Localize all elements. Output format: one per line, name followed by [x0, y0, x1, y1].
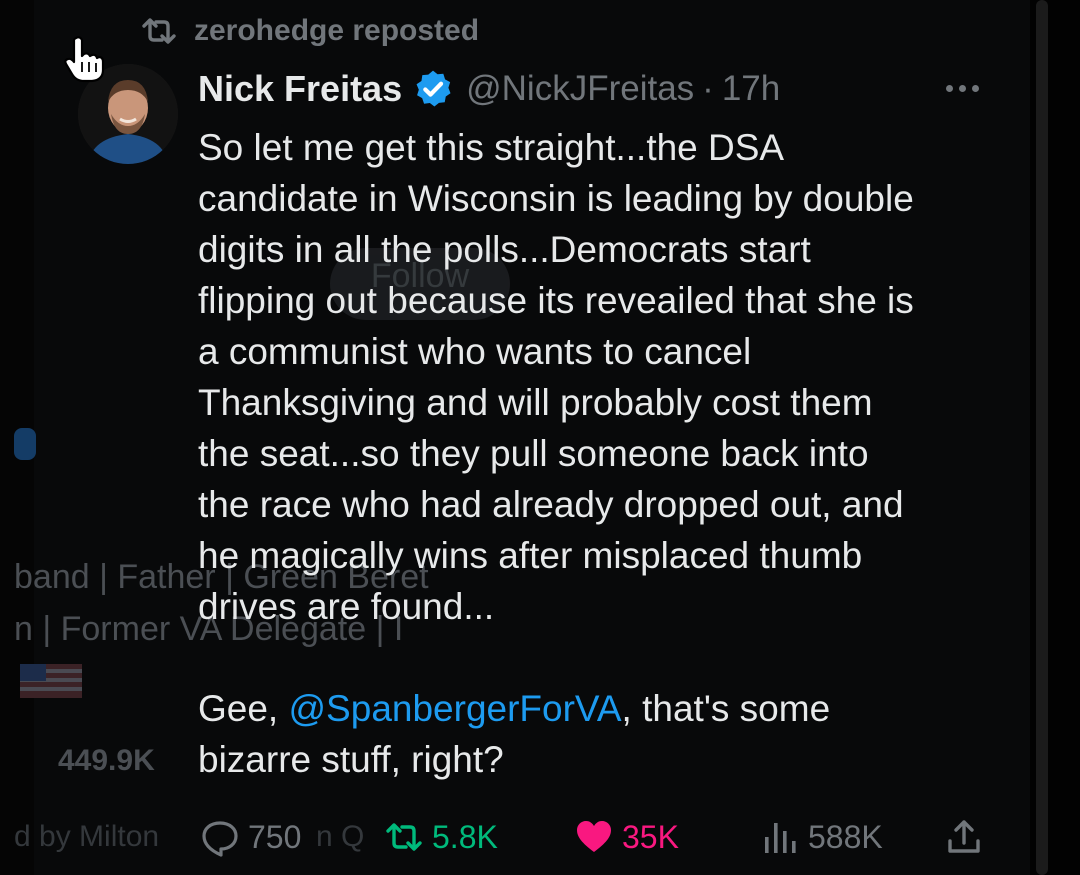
tweet-text: So let me get this straight...the DSA ca…	[198, 122, 1008, 785]
like-count: 35K	[622, 818, 679, 855]
views-button[interactable]: 588K	[760, 812, 883, 862]
tweet-line: flipping out because its reveailed that …	[198, 280, 914, 321]
tweet-header: Nick Freitas @NickJFreitas · 17h	[198, 68, 780, 110]
ghost-badge	[14, 428, 36, 460]
tweet-line: a communist who wants to cancel	[198, 331, 752, 372]
us-flag-icon	[20, 664, 82, 698]
tweet-line: So let me get this straight...the DSA	[198, 127, 785, 168]
scrollbar-track[interactable]	[1030, 0, 1080, 875]
ghost-followers-count: 449.9K	[58, 744, 155, 777]
hand-cursor-icon	[64, 36, 105, 83]
tweet-line: drives are found...	[198, 586, 495, 627]
views-icon	[765, 823, 796, 853]
heart-icon	[577, 821, 611, 852]
repost-button[interactable]: 5.8K	[384, 812, 498, 862]
mention-prefix: Gee,	[198, 688, 289, 729]
tweet-line: digits in all the polls...Democrats star…	[198, 229, 811, 270]
mention-link[interactable]: @SpanbergerForVA	[289, 688, 622, 729]
repost-icon	[386, 823, 422, 851]
like-button[interactable]: 35K	[574, 812, 679, 862]
more-options-icon[interactable]	[946, 78, 986, 98]
tweet-line-mention: Gee, @SpanbergerForVA, that's some	[198, 683, 1008, 734]
header-separator: ·	[702, 69, 714, 108]
views-count: 588K	[808, 818, 883, 855]
repost-count: 5.8K	[432, 818, 498, 855]
tweet-line: the race who had already dropped out, an…	[198, 484, 904, 525]
tweet-line: the seat...so they pull someone back int…	[198, 433, 869, 474]
author-handle[interactable]: @NickJFreitas	[466, 69, 694, 109]
share-icon	[948, 820, 980, 853]
tweet-timestamp[interactable]: 17h	[722, 69, 780, 109]
verified-badge-icon[interactable]	[412, 68, 454, 110]
share-button[interactable]	[944, 812, 984, 862]
scrollbar-thumb[interactable]	[1036, 0, 1048, 875]
repost-context[interactable]: zerohedge reposted	[140, 14, 479, 48]
tweet-line: Thanksgiving and will probably cost them	[198, 382, 873, 423]
repost-label: zerohedge reposted	[194, 14, 480, 47]
tweet-line: candidate in Wisconsin is leading by dou…	[198, 178, 914, 219]
mention-suffix: , that's some	[621, 688, 831, 729]
tweet-actions: 750 5.8K 35K 588K	[0, 812, 1030, 862]
reply-count: 750	[248, 818, 302, 855]
tweet-line: bizarre stuff, right?	[198, 739, 504, 780]
reply-button[interactable]: 750	[200, 812, 301, 862]
author-display-name[interactable]: Nick Freitas	[198, 68, 402, 110]
reply-icon	[202, 821, 238, 857]
tweet-line: he magically wins after misplaced thumb	[198, 535, 863, 576]
repost-icon	[142, 18, 176, 44]
